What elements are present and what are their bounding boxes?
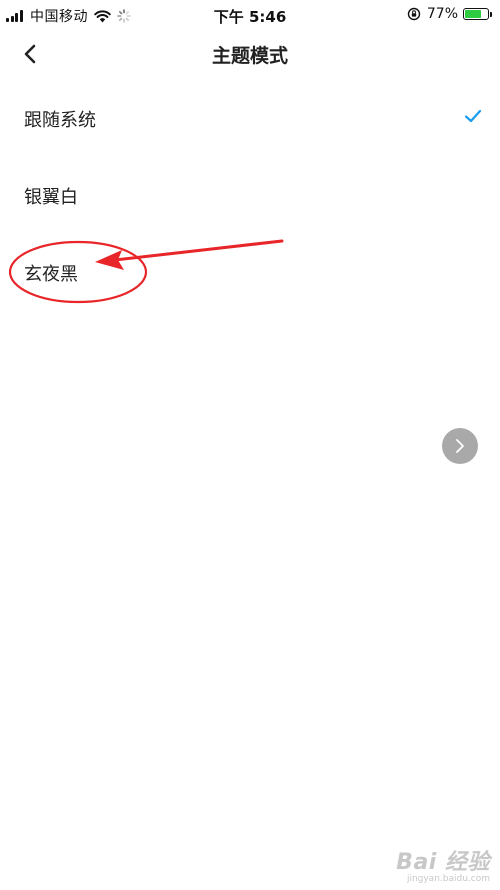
option-label: 玄夜黑 xyxy=(24,264,78,285)
header: 主题模式 xyxy=(0,30,500,78)
option-follow-system[interactable]: 跟随系统 xyxy=(0,80,500,157)
theme-option-list: 跟随系统 银翼白 玄夜黑 xyxy=(0,80,500,311)
page-title: 主题模式 xyxy=(211,45,288,67)
battery-tip xyxy=(490,11,492,17)
rotation-lock-icon xyxy=(407,7,421,21)
floating-next-button[interactable] xyxy=(442,428,478,464)
status-bar: 中国移动 下午 5:46 77% xyxy=(0,0,500,30)
battery-percent: 77% xyxy=(426,6,458,22)
option-label: 银翼白 xyxy=(24,187,78,208)
baidu-watermark: Bai 经验 jingyan.baidu.com xyxy=(396,844,490,884)
check-icon xyxy=(464,109,482,123)
watermark-logo: Bai 经验 xyxy=(396,850,490,875)
watermark-url: jingyan.baidu.com xyxy=(406,874,490,884)
option-label: 跟随系统 xyxy=(24,110,96,131)
option-dark-black[interactable]: 玄夜黑 xyxy=(0,234,500,311)
chevron-right-icon xyxy=(456,439,464,453)
status-right: 77% xyxy=(407,6,492,22)
battery-icon xyxy=(463,8,489,20)
option-silver-white[interactable]: 银翼白 xyxy=(0,157,500,234)
battery-fill xyxy=(465,10,481,18)
